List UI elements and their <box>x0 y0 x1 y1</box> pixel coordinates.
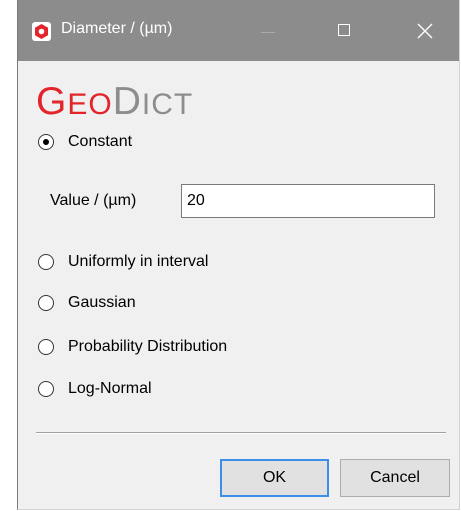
radio-button-icon[interactable] <box>38 254 54 270</box>
radio-button-icon[interactable] <box>38 339 54 355</box>
window-title: Diameter / (µm) <box>61 20 173 37</box>
radio-label: Constant <box>68 133 133 150</box>
radio-button-icon[interactable] <box>38 295 54 311</box>
value-input[interactable] <box>181 184 435 218</box>
radio-button-selected-icon[interactable] <box>38 134 54 150</box>
radio-label: Log-Normal <box>68 380 152 397</box>
ok-button[interactable]: OK <box>220 459 329 497</box>
svg-text:GEODICT: GEODICT <box>36 80 193 122</box>
minimize-icon[interactable] <box>255 20 285 44</box>
radio-button-icon[interactable] <box>38 381 54 397</box>
radio-label: Probability Distribution <box>68 338 228 355</box>
close-icon[interactable] <box>412 20 438 44</box>
maximize-icon[interactable] <box>335 20 359 44</box>
separator <box>36 432 446 434</box>
radio-label: Uniformly in interval <box>68 253 209 270</box>
radio-label: Gaussian <box>68 294 136 311</box>
title-bar[interactable]: Diameter / (µm) <box>18 0 459 61</box>
geodict-logo: GEODICT <box>36 78 256 123</box>
dialog-window: Diameter / (µm) GEODICT Constant Value /… <box>17 0 460 510</box>
value-label: Value / (µm) <box>50 192 137 209</box>
cancel-button[interactable]: Cancel <box>340 459 450 497</box>
geodict-app-icon <box>32 22 51 41</box>
